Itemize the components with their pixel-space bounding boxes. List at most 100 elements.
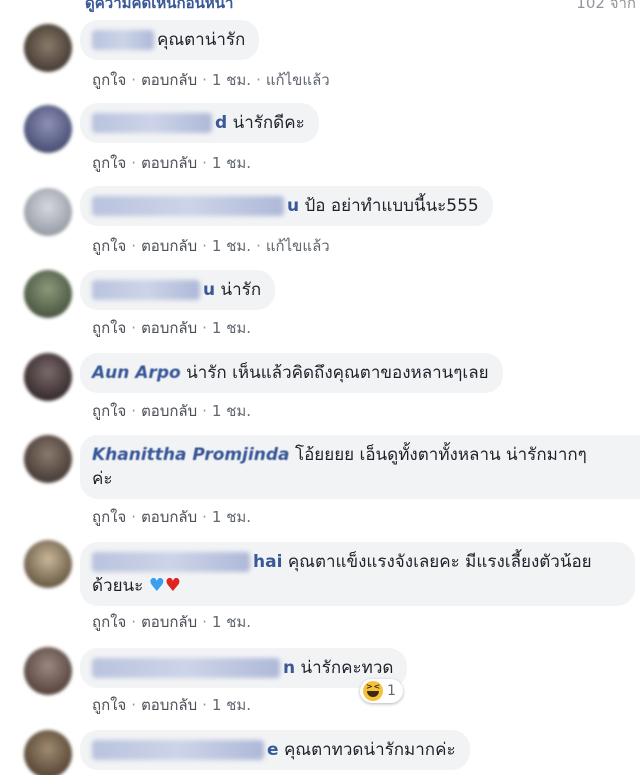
timestamp[interactable]: 1 ชม. bbox=[212, 237, 251, 255]
comment-text: น่ารักดีคะ bbox=[232, 113, 305, 133]
view-previous-comments-link[interactable]: ดูความคิดเห็นก่อนหน้า bbox=[85, 0, 233, 12]
commenter-name[interactable] bbox=[92, 658, 280, 678]
avatar[interactable] bbox=[24, 24, 72, 72]
comments-header: ดูความคิดเห็นก่อนหน้า 102 จาก bbox=[0, 0, 640, 12]
avatar[interactable] bbox=[24, 188, 72, 236]
comment-bubble: hai คุณตาแข็งแรงจังเลยคะ มีแรงเลี้ยงตัวน… bbox=[80, 542, 635, 606]
separator: · bbox=[131, 71, 137, 89]
separator: · bbox=[202, 613, 207, 631]
comment-text: คุณตาแข็งแรงจังเลยคะ มีแรงเลี้ยงตัวน้อย bbox=[287, 552, 592, 572]
commenter-name-visible[interactable]: e bbox=[267, 740, 279, 760]
commenter-name[interactable] bbox=[92, 740, 264, 760]
edited-label[interactable]: แก้ไขแล้ว bbox=[266, 71, 330, 89]
commenter-name[interactable] bbox=[92, 30, 154, 50]
timestamp[interactable]: 1 ชม. bbox=[212, 402, 251, 420]
commenter-name-visible[interactable]: u bbox=[203, 280, 215, 300]
commenter-name-visible[interactable]: hai bbox=[253, 552, 282, 572]
reaction-summary[interactable]: 1 bbox=[360, 679, 403, 703]
like-button[interactable]: ถูกใจ bbox=[92, 508, 126, 526]
avatar[interactable] bbox=[24, 270, 72, 318]
comment-actions: ถูกใจ · ตอบกลับ · 1 ชม. bbox=[92, 316, 251, 340]
separator: · bbox=[131, 696, 137, 714]
comment-text: ป้อ อย่าทำแบบนี้นะ555 bbox=[304, 196, 479, 216]
reaction-count: 1 bbox=[387, 683, 396, 699]
separator: · bbox=[202, 508, 207, 526]
avatar[interactable] bbox=[24, 730, 72, 775]
separator: · bbox=[131, 319, 137, 337]
separator: · bbox=[202, 237, 207, 255]
like-button[interactable]: ถูกใจ bbox=[92, 402, 126, 420]
commenter-name[interactable] bbox=[92, 552, 250, 572]
comment-text: โอ้ยยยย เอ็นดูทั้งตาทั้งหลาน น่ารักมากๆ bbox=[294, 445, 587, 465]
comment-actions: ถูกใจ · ตอบกลับ · 1 ชม. bbox=[92, 151, 251, 175]
red-heart-icon: ♥ bbox=[164, 575, 181, 596]
like-button[interactable]: ถูกใจ bbox=[92, 613, 126, 631]
comment-bubble: n น่ารักคะทวด bbox=[80, 648, 408, 688]
comment-bubble: Khanittha Promjinda โอ้ยยยย เอ็นดูทั้งตา… bbox=[80, 435, 640, 499]
comment-bubble: คุณตาน่ารัก bbox=[80, 20, 260, 60]
comment-text-continued: ด้วยนะ bbox=[92, 576, 144, 596]
avatar[interactable] bbox=[24, 540, 72, 588]
like-button[interactable]: ถูกใจ bbox=[92, 71, 126, 89]
like-button[interactable]: ถูกใจ bbox=[92, 696, 126, 714]
commenter-name-visible[interactable]: d bbox=[215, 113, 227, 133]
separator: · bbox=[202, 319, 207, 337]
commenter-name[interactable] bbox=[92, 196, 284, 216]
comment-text: คุณตาทวดน่ารักมากค่ะ bbox=[283, 740, 456, 760]
comment-actions: ถูกใจ · ตอบกลับ · 1 ชม. bbox=[92, 399, 251, 423]
separator: · bbox=[131, 613, 137, 631]
separator: · bbox=[202, 402, 207, 420]
commenter-name[interactable]: Khanittha Promjinda bbox=[92, 445, 290, 465]
blue-heart-icon: ♥ bbox=[148, 575, 165, 596]
separator: · bbox=[202, 71, 207, 89]
timestamp[interactable]: 1 ชม. bbox=[212, 71, 251, 89]
timestamp[interactable]: 1 ชม. bbox=[212, 696, 251, 714]
like-button[interactable]: ถูกใจ bbox=[92, 154, 126, 172]
separator: · bbox=[131, 154, 137, 172]
separator: · bbox=[202, 696, 207, 714]
timestamp[interactable]: 1 ชม. bbox=[212, 319, 251, 337]
commenter-name[interactable]: Aun Arpo bbox=[92, 363, 181, 383]
commenter-name-visible[interactable]: n bbox=[283, 658, 295, 678]
separator: · bbox=[131, 237, 137, 255]
reply-button[interactable]: ตอบกลับ bbox=[141, 237, 197, 255]
reply-button[interactable]: ตอบกลับ bbox=[141, 696, 197, 714]
separator: · bbox=[131, 402, 137, 420]
reply-button[interactable]: ตอบกลับ bbox=[141, 319, 197, 337]
reply-button[interactable]: ตอบกลับ bbox=[141, 154, 197, 172]
separator: · bbox=[256, 237, 261, 255]
comment-text: น่ารัก bbox=[220, 280, 262, 300]
comment-bubble: d น่ารักดีคะ bbox=[80, 103, 319, 143]
separator: · bbox=[131, 508, 137, 526]
separator: · bbox=[202, 154, 207, 172]
comment-actions: ถูกใจ · ตอบกลับ · 1 ชม. · แก้ไขแล้ว bbox=[92, 234, 330, 258]
reply-button[interactable]: ตอบกลับ bbox=[141, 402, 197, 420]
like-button[interactable]: ถูกใจ bbox=[92, 319, 126, 337]
reply-button[interactable]: ตอบกลับ bbox=[141, 613, 197, 631]
comment-text: น่ารัก เห็นแล้วคิดถึงคุณตาของหลานๆเลย bbox=[186, 363, 489, 383]
commenter-name-visible[interactable]: u bbox=[287, 196, 299, 216]
comment-text: น่ารักคะทวด bbox=[300, 658, 394, 678]
avatar[interactable] bbox=[24, 647, 72, 695]
commenter-name[interactable] bbox=[92, 113, 212, 133]
comment-actions: ถูกใจ · ตอบกลับ · 1 ชม. bbox=[92, 610, 251, 634]
comment-actions: ถูกใจ · ตอบกลับ · 1 ชม. · แก้ไขแล้ว bbox=[92, 68, 330, 92]
separator: · bbox=[256, 71, 261, 89]
like-button[interactable]: ถูกใจ bbox=[92, 237, 126, 255]
comment-bubble: u ป้อ อย่าทำแบบนี้นะ555 bbox=[80, 186, 493, 226]
comment-bubble: Aun Arpo น่ารัก เห็นแล้วคิดถึงคุณตาของหล… bbox=[80, 353, 503, 393]
avatar[interactable] bbox=[24, 435, 72, 483]
avatar[interactable] bbox=[24, 105, 72, 153]
comment-actions: ถูกใจ · ตอบกลับ · 1 ชม. bbox=[92, 693, 251, 717]
timestamp[interactable]: 1 ชม. bbox=[212, 508, 251, 526]
timestamp[interactable]: 1 ชม. bbox=[212, 154, 251, 172]
commenter-name[interactable] bbox=[92, 280, 200, 300]
reply-button[interactable]: ตอบกลับ bbox=[141, 71, 197, 89]
comment-actions: ถูกใจ · ตอบกลับ · 1 ชม. bbox=[92, 505, 251, 529]
timestamp[interactable]: 1 ชม. bbox=[212, 613, 251, 631]
haha-icon bbox=[363, 681, 383, 701]
edited-label[interactable]: แก้ไขแล้ว bbox=[266, 237, 330, 255]
comment-bubble: u น่ารัก bbox=[80, 270, 276, 310]
avatar[interactable] bbox=[24, 353, 72, 401]
reply-button[interactable]: ตอบกลับ bbox=[141, 508, 197, 526]
